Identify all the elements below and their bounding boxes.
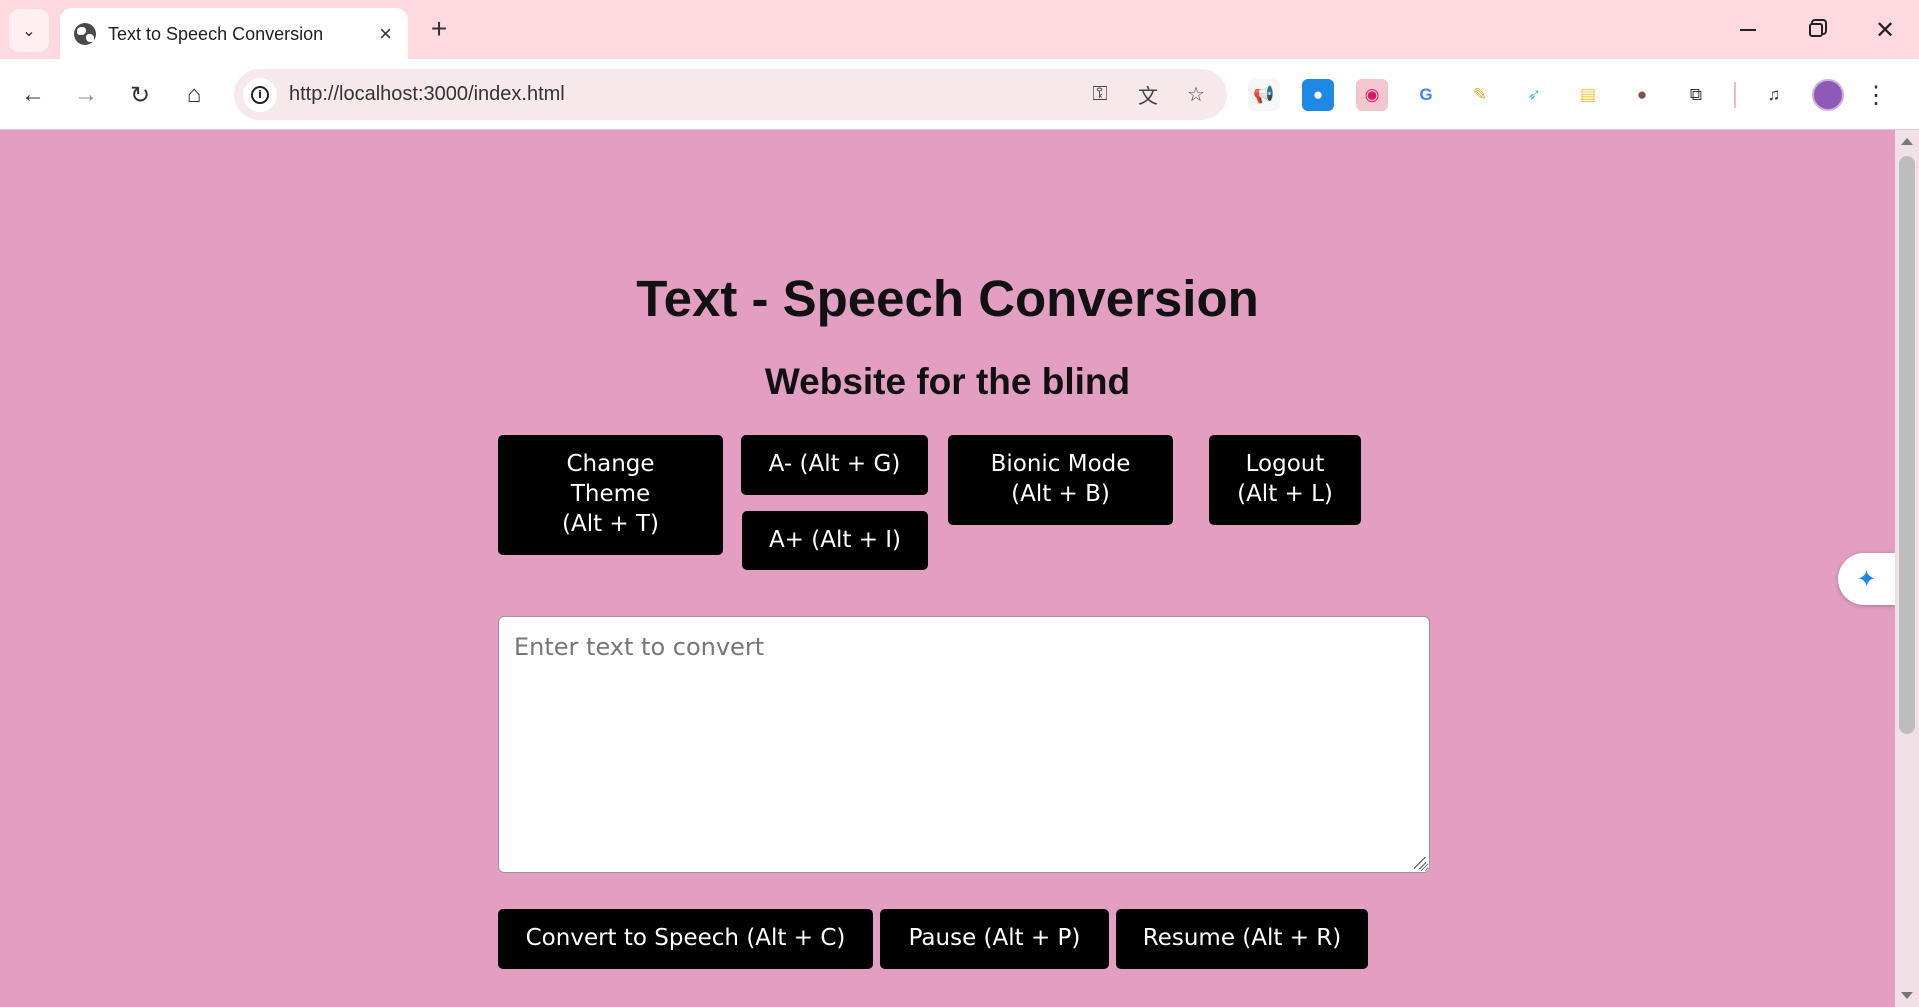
extensions-row: 📢 ● ◉ G ✎ ➶ ▤ ● ⧉ ♫ ⋮ — [1248, 76, 1888, 114]
floating-extension-button[interactable]: ✦ — [1838, 553, 1895, 605]
scroll-up-icon[interactable] — [1901, 138, 1913, 145]
new-tab-button[interactable]: + — [422, 12, 456, 46]
tab-title: Text to Speech Conversion — [108, 23, 324, 44]
home-icon: ⌂ — [186, 81, 202, 108]
close-icon: ✕ — [1874, 16, 1896, 44]
forward-button[interactable]: → — [67, 76, 105, 114]
reload-icon: ↻ — [129, 81, 151, 109]
restore-icon — [1809, 23, 1823, 37]
text-to-convert-input[interactable] — [498, 616, 1430, 873]
kebab-menu-icon[interactable]: ⋮ — [1864, 81, 1888, 110]
scrollbar-thumb[interactable] — [1899, 156, 1915, 734]
decrease-font-button[interactable]: A- (Alt + G) — [741, 435, 928, 495]
profile-avatar[interactable] — [1812, 79, 1844, 111]
pause-button[interactable]: Pause (Alt + P) — [880, 909, 1109, 969]
reload-button[interactable]: ↻ — [121, 76, 159, 114]
close-icon[interactable]: × — [379, 23, 392, 45]
minimize-icon — [1740, 29, 1756, 31]
site-info-button[interactable]: i — [243, 77, 277, 112]
page-content: Text - Speech Conversion Website for the… — [0, 130, 1895, 1007]
scroll-down-icon[interactable] — [1901, 992, 1913, 999]
puzzle-extensions-icon[interactable]: ⧉ — [1680, 79, 1712, 111]
highlighter-extension-icon[interactable]: ✎ — [1464, 79, 1496, 111]
chevron-down-icon: ⌄ — [22, 22, 36, 40]
globe-icon — [74, 23, 96, 45]
logout-button[interactable]: Logout (Alt + L) — [1209, 435, 1361, 525]
notes-extension-icon[interactable]: ▤ — [1572, 79, 1604, 111]
bionic-mode-button[interactable]: Bionic Mode (Alt + B) — [948, 435, 1173, 525]
translate-icon[interactable]: 文 — [1131, 78, 1165, 112]
logout-label: Logout (Alt + L) — [1237, 451, 1333, 507]
url-text[interactable]: http://localhost:3000/index.html — [289, 83, 1083, 106]
home-button[interactable]: ⌂ — [175, 76, 213, 114]
arrow-right-icon: → — [74, 81, 98, 108]
convert-to-speech-button[interactable]: Convert to Speech (Alt + C) — [498, 909, 873, 969]
lips-extension-icon[interactable]: ◉ — [1356, 79, 1388, 111]
star-icon[interactable]: ☆ — [1179, 78, 1213, 112]
increase-font-button[interactable]: A+ (Alt + I) — [742, 511, 928, 570]
change-theme-label: Change Theme (Alt + T) — [561, 451, 660, 537]
resume-button[interactable]: Resume (Alt + R) — [1116, 909, 1368, 969]
active-tab[interactable]: Text to Speech Conversion × — [60, 8, 408, 60]
tab-search-button[interactable]: ⌄ — [9, 9, 49, 52]
media-controls-icon[interactable]: ♫ — [1758, 79, 1790, 111]
cookie-extension-icon[interactable]: ● — [1626, 79, 1658, 111]
bionic-mode-label: Bionic Mode (Alt + B) — [990, 451, 1131, 507]
toolbar-divider — [1734, 82, 1736, 108]
info-icon: i — [251, 85, 269, 104]
back-button[interactable]: ← — [14, 76, 52, 114]
minimize-button[interactable] — [1720, 10, 1776, 50]
google-translate-extension-icon[interactable]: G — [1410, 79, 1442, 111]
sparkle-drop-icon: ✦ — [1856, 565, 1877, 593]
window-close-button[interactable]: ✕ — [1857, 10, 1913, 50]
browser-toolbar: ← → ↻ ⌂ i http://localhost:3000/index.ht… — [0, 59, 1919, 130]
page-scrollbar[interactable] — [1895, 130, 1919, 1007]
key-icon[interactable]: ⚿ — [1083, 78, 1117, 112]
water-drop-extension-icon[interactable]: ● — [1302, 79, 1334, 111]
change-theme-button[interactable]: Change Theme (Alt + T) — [498, 435, 723, 555]
bird-extension-icon[interactable]: ➶ — [1518, 79, 1550, 111]
arrow-left-icon: ← — [21, 81, 45, 108]
plus-icon: + — [430, 13, 448, 44]
megaphone-extension-icon[interactable]: 📢 — [1248, 79, 1280, 111]
tab-strip: ⌄ Text to Speech Conversion × + ✕ — [0, 0, 1919, 60]
page-title: Text - Speech Conversion — [636, 270, 1259, 327]
address-bar[interactable]: i http://localhost:3000/index.html ⚿ 文 ☆ — [234, 69, 1227, 120]
page-subtitle: Website for the blind — [764, 361, 1131, 402]
restore-button[interactable] — [1788, 10, 1844, 50]
